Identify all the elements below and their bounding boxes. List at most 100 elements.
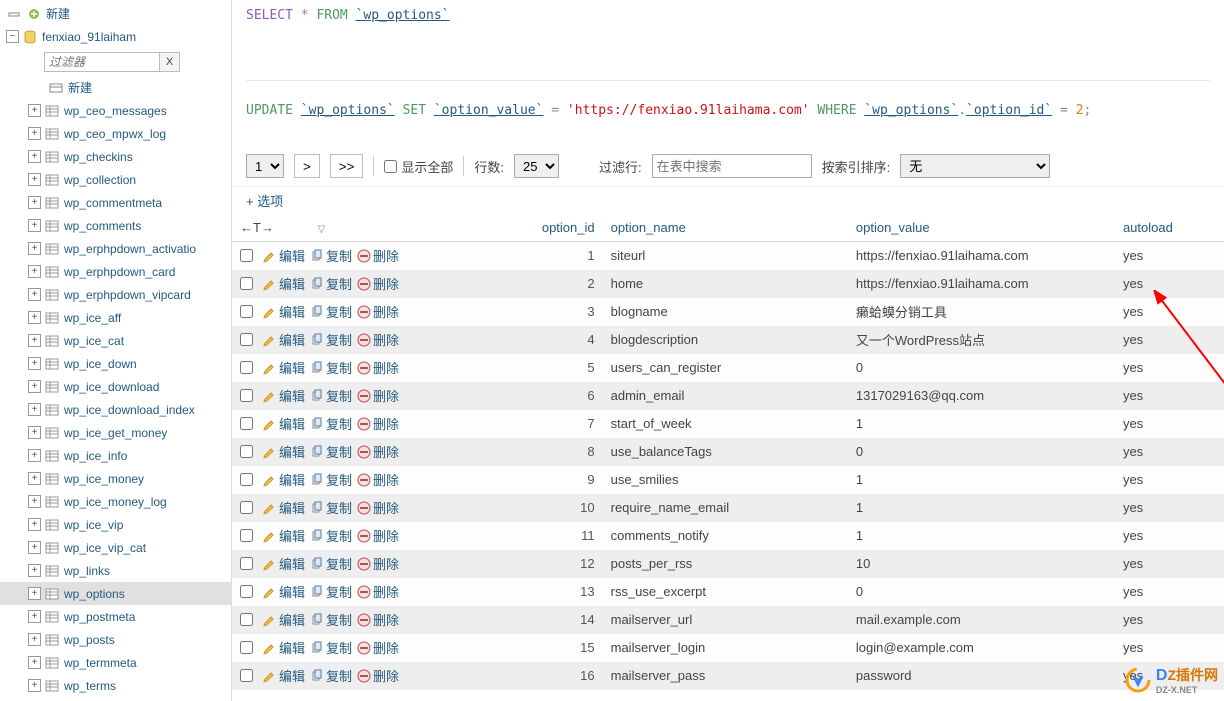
expand-icon[interactable]: +: [28, 288, 41, 301]
cell-option-name[interactable]: rss_use_excerpt: [603, 578, 848, 606]
row-checkbox[interactable]: [240, 557, 253, 570]
delete-link[interactable]: 删除: [357, 358, 399, 377]
expand-icon[interactable]: +: [28, 173, 41, 186]
tree-table-item[interactable]: +wp_termmeta: [0, 651, 231, 674]
cell-option-value[interactable]: 0: [848, 354, 1115, 382]
delete-link[interactable]: 删除: [357, 386, 399, 405]
delete-link[interactable]: 删除: [357, 666, 399, 685]
cell-option-name[interactable]: posts_per_rss: [603, 550, 848, 578]
cell-option-id[interactable]: 16: [491, 662, 603, 690]
tree-table-item[interactable]: +wp_erphpdown_vipcard: [0, 283, 231, 306]
edit-link[interactable]: 编辑: [263, 386, 305, 405]
expand-icon[interactable]: +: [28, 495, 41, 508]
expand-icon[interactable]: +: [28, 380, 41, 393]
show-all-toggle[interactable]: 显示全部: [384, 157, 453, 176]
row-checkbox[interactable]: [240, 445, 253, 458]
expand-icon[interactable]: +: [28, 587, 41, 600]
copy-link[interactable]: 复制: [310, 526, 352, 545]
row-checkbox[interactable]: [240, 249, 253, 262]
tree-filter-input[interactable]: [44, 52, 160, 72]
expand-icon[interactable]: +: [28, 127, 41, 140]
delete-link[interactable]: 删除: [357, 470, 399, 489]
cell-option-name[interactable]: siteurl: [603, 242, 848, 270]
cell-autoload[interactable]: yes: [1115, 578, 1224, 606]
cell-option-id[interactable]: 5: [491, 354, 603, 382]
cell-option-id[interactable]: 6: [491, 382, 603, 410]
expand-icon[interactable]: +: [28, 426, 41, 439]
expand-icon[interactable]: +: [28, 610, 41, 623]
tree-new-table[interactable]: 新建: [0, 76, 231, 99]
expand-icon[interactable]: +: [28, 311, 41, 324]
tree-filter-clear[interactable]: X: [160, 52, 180, 72]
filter-rows-input[interactable]: [652, 154, 812, 178]
cell-option-id[interactable]: 14: [491, 606, 603, 634]
delete-link[interactable]: 删除: [357, 330, 399, 349]
cell-option-value[interactable]: 1: [848, 466, 1115, 494]
edit-link[interactable]: 编辑: [263, 358, 305, 377]
cell-option-id[interactable]: 10: [491, 494, 603, 522]
tree-table-item[interactable]: +wp_posts: [0, 628, 231, 651]
expand-icon[interactable]: +: [28, 633, 41, 646]
row-checkbox[interactable]: [240, 333, 253, 346]
tree-new-top[interactable]: 新建: [0, 2, 231, 25]
copy-link[interactable]: 复制: [310, 246, 352, 265]
edit-link[interactable]: 编辑: [263, 414, 305, 433]
row-checkbox[interactable]: [240, 473, 253, 486]
tree-table-item[interactable]: +wp_ice_money_log: [0, 490, 231, 513]
rows-per-page-select[interactable]: 25: [514, 154, 559, 178]
copy-link[interactable]: 复制: [310, 666, 352, 685]
page-select[interactable]: 1: [246, 154, 284, 178]
tree-table-item[interactable]: +wp_erphpdown_card: [0, 260, 231, 283]
tree-table-item[interactable]: +wp_commentmeta: [0, 191, 231, 214]
edit-link[interactable]: 编辑: [263, 498, 305, 517]
expand-icon[interactable]: +: [28, 449, 41, 462]
delete-link[interactable]: 删除: [357, 554, 399, 573]
cell-autoload[interactable]: yes: [1115, 270, 1224, 298]
th-option-name[interactable]: option_name: [603, 214, 848, 242]
copy-link[interactable]: 复制: [310, 330, 352, 349]
edit-link[interactable]: 编辑: [263, 302, 305, 321]
cell-option-id[interactable]: 8: [491, 438, 603, 466]
cell-option-name[interactable]: admin_email: [603, 382, 848, 410]
cell-autoload[interactable]: yes: [1115, 298, 1224, 326]
tree-table-item[interactable]: +wp_options: [0, 582, 231, 605]
expand-icon[interactable]: +: [28, 265, 41, 278]
tree-table-item[interactable]: +wp_ice_info: [0, 444, 231, 467]
cell-option-value[interactable]: mail.example.com: [848, 606, 1115, 634]
cell-option-id[interactable]: 11: [491, 522, 603, 550]
edit-link[interactable]: 编辑: [263, 610, 305, 629]
delete-link[interactable]: 删除: [357, 610, 399, 629]
expand-icon[interactable]: +: [28, 334, 41, 347]
next-page-button[interactable]: >: [294, 154, 320, 178]
tree-table-item[interactable]: +wp_ice_get_money: [0, 421, 231, 444]
edit-link[interactable]: 编辑: [263, 526, 305, 545]
cell-option-value[interactable]: https://fenxiao.91laihama.com: [848, 270, 1115, 298]
cell-option-id[interactable]: 2: [491, 270, 603, 298]
collapse-icon[interactable]: −: [6, 30, 19, 43]
expand-icon[interactable]: +: [28, 656, 41, 669]
row-checkbox[interactable]: [240, 277, 253, 290]
row-checkbox[interactable]: [240, 389, 253, 402]
cell-option-value[interactable]: https://fenxiao.91laihama.com: [848, 242, 1115, 270]
cell-autoload[interactable]: yes: [1115, 522, 1224, 550]
row-checkbox[interactable]: [240, 417, 253, 430]
copy-link[interactable]: 复制: [310, 610, 352, 629]
tree-table-item[interactable]: +wp_ice_money: [0, 467, 231, 490]
tree-table-item[interactable]: +wp_ceo_mpwx_log: [0, 122, 231, 145]
tree-table-item[interactable]: +wp_ice_aff: [0, 306, 231, 329]
cell-option-name[interactable]: use_balanceTags: [603, 438, 848, 466]
copy-link[interactable]: 复制: [310, 442, 352, 461]
cell-option-value[interactable]: 0: [848, 578, 1115, 606]
expand-icon[interactable]: +: [28, 472, 41, 485]
cell-option-name[interactable]: home: [603, 270, 848, 298]
tree-table-item[interactable]: +wp_ice_download: [0, 375, 231, 398]
cell-autoload[interactable]: yes: [1115, 438, 1224, 466]
th-autoload[interactable]: autoload: [1115, 214, 1224, 242]
expand-icon[interactable]: +: [28, 150, 41, 163]
cell-autoload[interactable]: yes: [1115, 466, 1224, 494]
row-checkbox[interactable]: [240, 529, 253, 542]
expand-icon[interactable]: +: [28, 242, 41, 255]
cell-option-value[interactable]: 又一个WordPress站点: [848, 326, 1115, 354]
row-checkbox[interactable]: [240, 669, 253, 682]
tree-table-item[interactable]: +wp_erphpdown_activatio: [0, 237, 231, 260]
